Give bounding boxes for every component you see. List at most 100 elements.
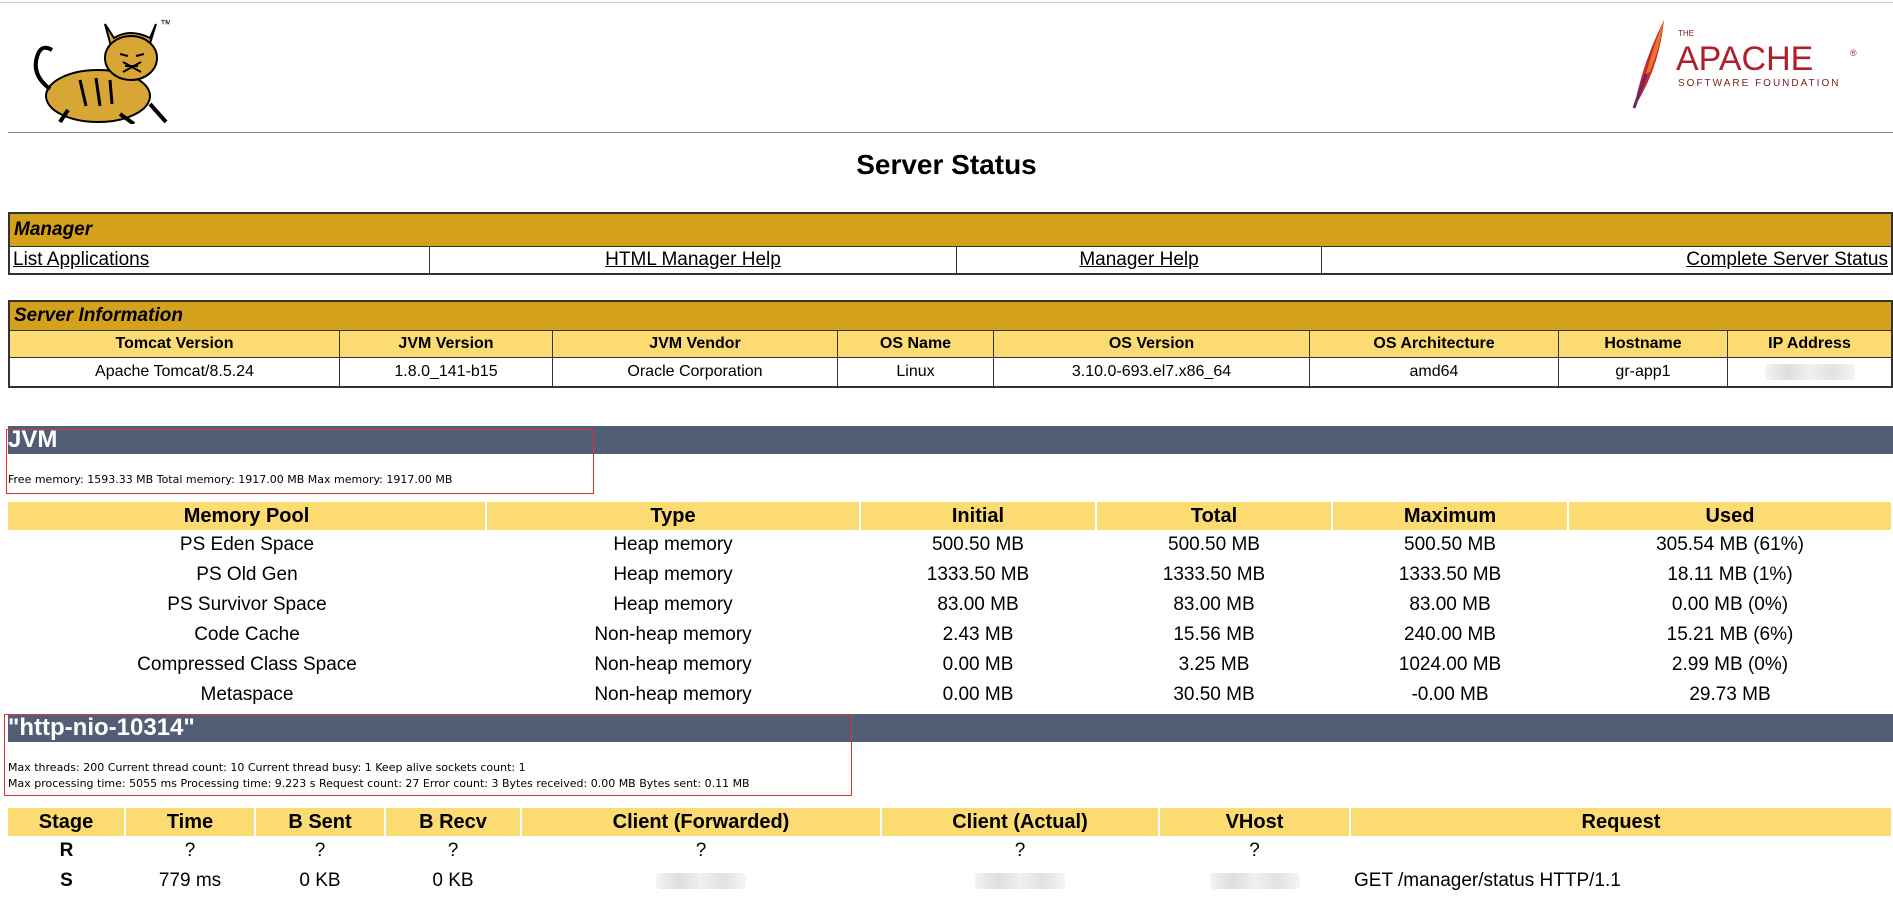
request-cell: 779 ms [158, 870, 222, 891]
request-cell: ? [1014, 840, 1026, 861]
col-tomcat-version: Tomcat Version [8, 330, 340, 358]
memory-pool-row: PS Survivor Space Heap memory 83.00 MB 83.0… [8, 590, 1892, 620]
memory-pool-cell: 0.00 MB (0%) [1671, 594, 1789, 615]
col-b-recv: B Recv [385, 808, 522, 836]
request-row: S 779 ms 0 KB 0 KB GET /manager/status HTTP/… [8, 866, 1892, 896]
memory-pool-cell: Heap memory [613, 534, 733, 555]
os-version-value: 3.10.0-693.el7.x86_64 [993, 357, 1310, 388]
memory-pool-cell: 3.25 MB [1178, 654, 1250, 675]
top-border [0, 2, 1893, 3]
hostname-value: gr-app1 [1558, 357, 1728, 388]
connector-highlight-box [4, 714, 852, 796]
memory-pool-table: Memory Pool Type Initial Total Maximum U… [8, 502, 1893, 710]
ip-address-value [1727, 357, 1893, 388]
col-ip-address: IP Address [1727, 330, 1893, 358]
request-table: Stage Time B Sent B Recv Client (Forward… [8, 808, 1893, 896]
memory-pool-rows: PS Eden Space Heap memory 500.50 MB 500.50 … [8, 530, 1892, 710]
col-vhost: VHost [1159, 808, 1351, 836]
memory-pool-cell: Non-heap memory [594, 684, 752, 705]
memory-pool-cell: 500.50 MB [1168, 534, 1260, 555]
request-cell: ? [695, 840, 707, 861]
col-os-architecture: OS Architecture [1309, 330, 1559, 358]
col-used: Used [1568, 502, 1893, 530]
col-request: Request [1350, 808, 1893, 836]
memory-pool-cell: 29.73 MB [1689, 684, 1771, 705]
memory-pool-row: PS Old Gen Heap memory 1333.50 MB 1333.50 M… [8, 560, 1892, 590]
redacted-cell [881, 866, 1159, 896]
apache-registered: ® [1850, 48, 1857, 58]
col-jvm-vendor: JVM Vendor [552, 330, 838, 358]
request-cell: ? [447, 840, 459, 861]
request-rows: R?????? S 779 ms 0 KB 0 KB GET /manager/statu… [8, 836, 1892, 896]
request-cell: ? [314, 840, 326, 861]
memory-pool-cell: Heap memory [613, 564, 733, 585]
jvm-vendor-value: Oracle Corporation [552, 357, 838, 388]
memory-pool-cell: 30.50 MB [1173, 684, 1255, 705]
redacted-value [1209, 872, 1300, 889]
memory-pool-cell: 1333.50 MB [1398, 564, 1502, 585]
memory-pool-cell: 18.11 MB (1%) [1667, 564, 1793, 585]
memory-pool-cell: 83.00 MB [937, 594, 1019, 615]
memory-pool-cell: 0.00 MB [942, 684, 1014, 705]
memory-pool-row: PS Eden Space Heap memory 500.50 MB 500.50 … [8, 530, 1892, 560]
memory-pool-cell: 500.50 MB [1404, 534, 1496, 555]
memory-pool-cell: 1333.50 MB [926, 564, 1030, 585]
memory-pool-cell: 1024.00 MB [1398, 654, 1502, 675]
memory-pool-cell: 2.99 MB (0%) [1671, 654, 1789, 675]
tomcat-logo: ™ [33, 17, 170, 124]
col-initial: Initial [860, 502, 1097, 530]
memory-pool-cell: -0.00 MB [1411, 684, 1489, 705]
header-divider [8, 132, 1893, 133]
col-client-forwarded: Client (Forwarded) [521, 808, 882, 836]
manager-heading: Manager [8, 212, 1893, 247]
memory-pool-cell: 2.43 MB [942, 624, 1014, 645]
apache-logo: THE APACHE ® SOFTWARE FOUNDATION [1632, 20, 1857, 109]
os-architecture-value: amd64 [1309, 357, 1559, 388]
complete-server-status-link[interactable]: Complete Server Status [1686, 249, 1888, 270]
request-cell: ? [184, 840, 196, 861]
redacted-cell [1159, 866, 1350, 896]
apache-subtitle: SOFTWARE FOUNDATION [1678, 78, 1840, 89]
col-time: Time [125, 808, 256, 836]
list-applications-link[interactable]: List Applications [13, 249, 149, 270]
memory-pool-cell: Heap memory [613, 594, 733, 615]
col-maximum: Maximum [1332, 502, 1569, 530]
request-cell: ? [1249, 840, 1260, 861]
jvm-highlight-box [6, 429, 594, 494]
manager-help-link[interactable]: Manager Help [1079, 249, 1198, 270]
memory-pool-cell: Code Cache [194, 624, 300, 645]
memory-pool-cell: 240.00 MB [1404, 624, 1496, 645]
memory-pool-cell: Non-heap memory [594, 624, 752, 645]
redacted-cell [521, 866, 881, 896]
col-b-sent: B Sent [255, 808, 386, 836]
request-row: R?????? [8, 836, 1892, 866]
memory-pool-cell: 83.00 MB [1173, 594, 1255, 615]
manager-table: Manager List Applications HTML Manager H… [8, 212, 1893, 275]
html-manager-help-link[interactable]: HTML Manager Help [605, 249, 781, 270]
server-information-table: Server Information Tomcat Version JVM Ve… [8, 300, 1893, 388]
memory-pool-cell: 500.50 MB [932, 534, 1024, 555]
col-memory-pool: Memory Pool [8, 502, 487, 530]
memory-pool-cell: Metaspace [200, 684, 294, 705]
os-name-value: Linux [837, 357, 994, 388]
apache-the: THE [1678, 29, 1694, 38]
memory-pool-cell: PS Survivor Space [167, 594, 327, 615]
col-os-version: OS Version [993, 330, 1310, 358]
memory-pool-row: Code Cache Non-heap memory 2.43 MB 15.56 MB… [8, 620, 1892, 650]
memory-pool-cell: 0.00 MB [942, 654, 1014, 675]
col-jvm-version: JVM Version [339, 330, 553, 358]
trademark-symbol: ™ [160, 17, 170, 31]
memory-pool-cell: PS Old Gen [196, 564, 298, 585]
col-stage: Stage [8, 808, 126, 836]
memory-pool-cell: Non-heap memory [594, 654, 752, 675]
page-title: Server Status [856, 149, 1037, 180]
redacted-ip [1764, 363, 1855, 380]
col-client-actual: Client (Actual) [881, 808, 1160, 836]
request-cell: R [59, 840, 74, 861]
col-total: Total [1096, 502, 1333, 530]
request-cell: GET /manager/status HTTP/1.1 [1354, 870, 1621, 891]
tomcat-version-value: Apache Tomcat/8.5.24 [8, 357, 340, 388]
memory-pool-cell: 305.54 MB (61%) [1656, 534, 1804, 555]
memory-pool-row: Metaspace Non-heap memory 0.00 MB 30.50 MB -… [8, 680, 1892, 710]
memory-pool-cell: 1333.50 MB [1162, 564, 1266, 585]
